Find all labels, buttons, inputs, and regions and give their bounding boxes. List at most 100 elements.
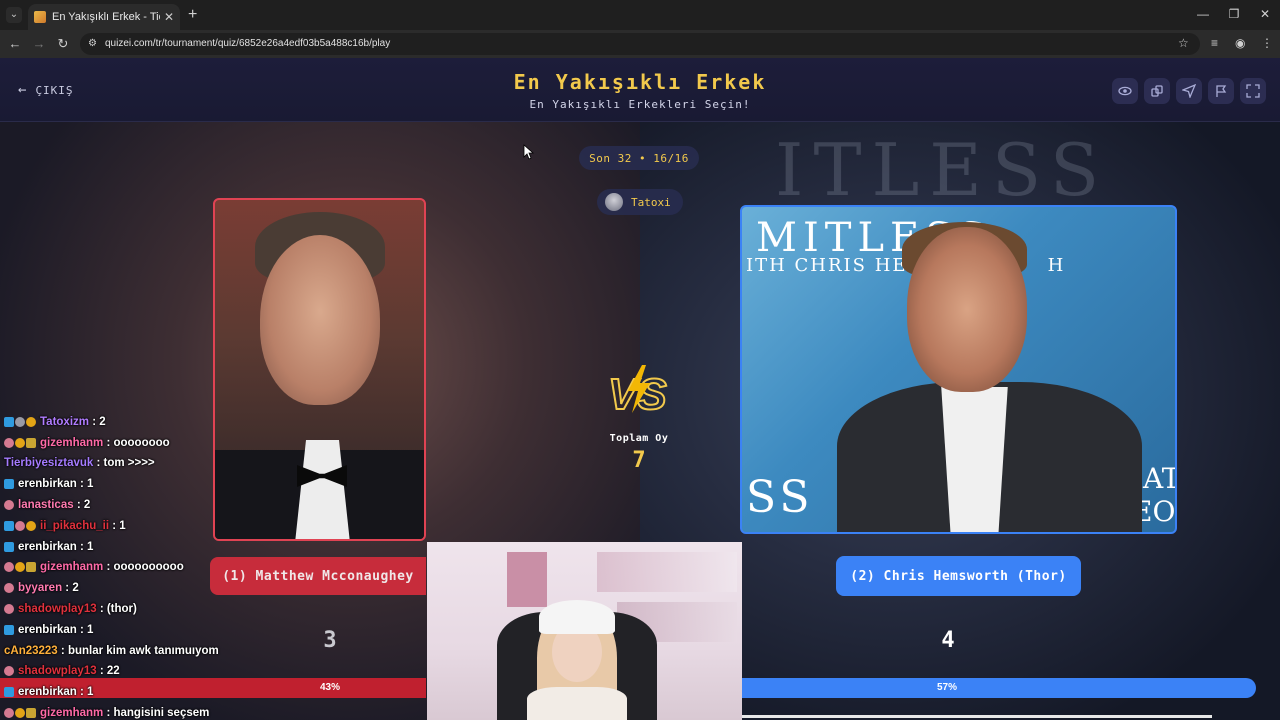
chat-text: : 22 — [96, 665, 120, 678]
cam-poster — [507, 552, 547, 607]
total-votes-label: Toplam Oy — [609, 433, 669, 444]
chat-text: : 2 — [73, 499, 91, 511]
chat-badges — [4, 479, 14, 490]
chat-badges — [4, 604, 14, 614]
chat-badges — [4, 500, 14, 510]
chat-text: : 1 — [76, 540, 94, 553]
menu-icon[interactable]: ⋮ — [1261, 36, 1273, 50]
photo-backdrop-text-3: SS — [746, 472, 814, 523]
chat-text: : bunlar kim awk tanımuıyom — [57, 644, 219, 657]
chat-text: : tom >>>> — [93, 457, 155, 470]
minimize-icon[interactable]: — — [1193, 7, 1213, 21]
votes-right: 4 — [941, 628, 955, 653]
user-name: Tatoxi — [631, 195, 671, 209]
candidate-card-right[interactable]: MITLESS ITH CHRIS HE H SS IAT EO — [740, 205, 1177, 534]
chat-badge-icon — [4, 562, 14, 573]
chat-username: byyaren — [18, 582, 63, 595]
chat-badge-icon — [4, 479, 14, 490]
chat-username: erenbirkan — [18, 540, 77, 553]
forward-icon[interactable]: → — [30, 36, 48, 51]
favicon-icon — [34, 11, 46, 23]
chat-badge-icon — [15, 562, 25, 573]
chat-badge-icon — [4, 437, 14, 448]
chat-message: shadowplay13 : (thor) — [0, 599, 426, 619]
vote-percent-right: 57% — [936, 682, 957, 693]
candidate-name-right-button[interactable]: (2) Chris Hemsworth (Thor) — [836, 556, 1081, 596]
chat-message: gizemhanm : oooooooooo — [0, 557, 426, 577]
avatar — [605, 193, 623, 211]
chat-badges — [4, 687, 14, 698]
chat-username: shadowplay13 — [18, 603, 97, 615]
chat-message: erenbirkan : 1 — [0, 537, 426, 557]
fullscreen-icon[interactable] — [1240, 78, 1266, 104]
chat-text: : 1 — [76, 623, 94, 636]
vote-bar-right: 57% — [742, 678, 1256, 698]
chat-overlay: Tatoxizm : 2 gizemhanm : oooooooo Tierbiye… — [0, 395, 426, 720]
restore-icon[interactable]: ❐ — [1224, 7, 1244, 21]
mouse-cursor-icon — [523, 144, 535, 160]
window-close-icon[interactable]: ✕ — [1255, 7, 1275, 21]
chat-message — [0, 395, 426, 411]
browser-tab[interactable]: En Yakışıklı Erkek - Tier List, Kon ✕ — [28, 4, 180, 30]
send-icon[interactable] — [1176, 78, 1202, 104]
chat-message: erenbirkan : 1 — [0, 682, 426, 702]
address-bar[interactable]: ⚙ quizei.com/tr/tournament/quiz/6852e26a… — [80, 33, 1200, 55]
site-info-icon[interactable]: ⚙ — [88, 38, 100, 50]
eye-icon[interactable] — [1112, 78, 1138, 104]
tab-search-icon[interactable]: ⌄ — [6, 7, 22, 23]
share-icon[interactable] — [1144, 78, 1170, 104]
cam-beanie — [539, 600, 615, 634]
chat-username: cAn23223 — [4, 644, 58, 657]
quiz-subtitle: En Yakışıklı Erkekleri Seçin! — [529, 98, 751, 111]
background-text: ITLESS — [775, 128, 1110, 212]
chat-username: gizemhanm — [40, 707, 104, 719]
chat-badge-icon — [4, 708, 14, 718]
quiz-app: ITLESS ← ÇIKIŞ En Yakışıklı Erkek En Yak… — [0, 58, 1280, 720]
chat-message: erenbirkan : 1 — [0, 474, 426, 494]
chat-badge-icon — [4, 624, 14, 635]
media-icon[interactable]: ≡ — [1211, 36, 1218, 50]
back-icon[interactable]: ← — [6, 36, 24, 51]
new-tab-icon[interactable]: + — [188, 6, 197, 24]
chat-text: : 2 — [62, 582, 79, 595]
flag-icon[interactable] — [1208, 78, 1234, 104]
chat-username: erenbirkan — [18, 686, 77, 699]
chat-message: cAn23223 : bunlar kim awk tanımuıyom — [0, 641, 426, 661]
chat-message: Tatoxizm : 2 — [0, 412, 426, 432]
tab-close-icon[interactable]: ✕ — [164, 10, 174, 24]
chat-badges — [4, 562, 36, 573]
chat-badges — [4, 708, 36, 718]
chat-text: : 1 — [76, 478, 94, 491]
chat-badges — [4, 520, 36, 531]
chat-username: lanasticas — [18, 499, 74, 511]
chat-badge-icon — [4, 604, 14, 614]
chat-text: : 1 — [109, 519, 126, 532]
vs-lightning-icon: VS — [607, 365, 668, 415]
chat-badge-icon — [26, 437, 36, 448]
profile-icon[interactable]: ◉ — [1235, 36, 1245, 50]
chat-badges — [4, 416, 36, 427]
chat-message: lanasticas : 2 — [0, 495, 426, 515]
bookmark-star-icon[interactable]: ☆ — [1178, 36, 1189, 50]
chat-badge-icon — [15, 416, 25, 427]
chat-username: gizemhanm — [40, 436, 104, 449]
browser-toolbar: ← → ↻ ⚙ quizei.com/tr/tournament/quiz/68… — [0, 30, 1280, 58]
user-pill: Tatoxi — [597, 189, 683, 215]
chat-username: Tatoxizm — [40, 415, 89, 428]
chat-text: : oooooooo — [103, 436, 170, 449]
chat-badges — [4, 624, 14, 635]
chat-username: erenbirkan — [18, 478, 77, 491]
url-text[interactable]: quizei.com/tr/tournament/quiz/6852e26a4e… — [105, 38, 390, 49]
chat-badge-icon — [15, 520, 25, 531]
chat-username: gizemhanm — [40, 561, 104, 574]
chat-badge-icon — [4, 541, 14, 552]
chat-username: Tierbiyesiztavuk — [4, 457, 94, 470]
reload-icon[interactable]: ↻ — [54, 36, 72, 52]
chat-text: : oooooooooo — [103, 561, 184, 574]
chat-text: : (thor) — [96, 603, 137, 615]
chat-badge-icon — [26, 562, 36, 573]
chat-badge-icon — [4, 666, 14, 677]
cam-person-body — [527, 687, 627, 720]
chat-message: erenbirkan : 1 — [0, 620, 426, 640]
chat-message: gizemhanm : oooooooo — [0, 433, 426, 453]
